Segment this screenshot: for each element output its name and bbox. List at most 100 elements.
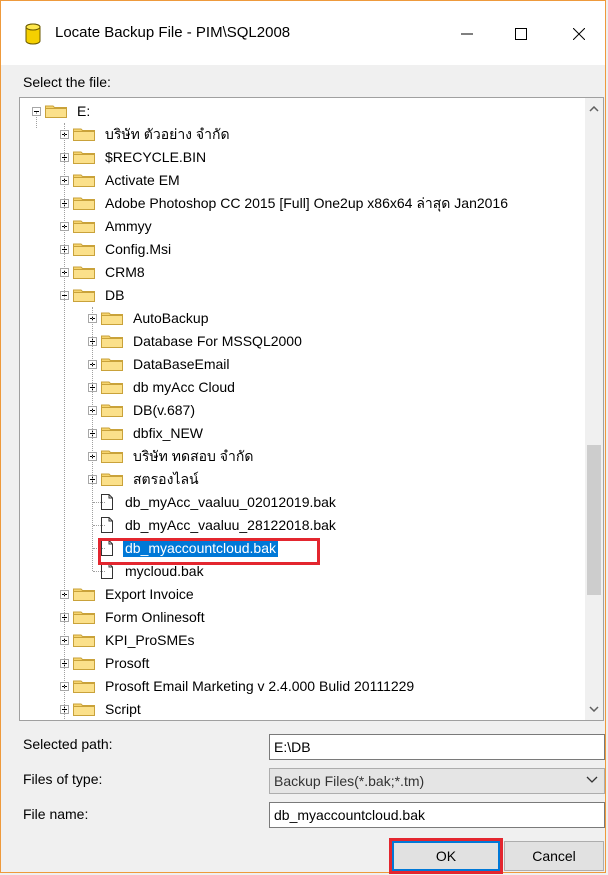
tree-item-label: Prosoft: [105, 655, 150, 671]
tree-folder-item[interactable]: dbfix_NEW: [88, 422, 205, 444]
maximize-button[interactable]: [498, 17, 544, 51]
folder-icon: [73, 151, 95, 164]
scroll-thumb[interactable]: [587, 445, 601, 595]
tree-folder-item[interactable]: KPI_ProSMEs: [60, 629, 196, 651]
tree-guide-line: [64, 123, 65, 720]
tree-folder-item[interactable]: Database For MSSQL2000: [88, 330, 304, 352]
tree-item-label: mycloud.bak: [125, 563, 204, 579]
select-file-label: Select the file:: [23, 74, 111, 90]
tree-folder-item[interactable]: $RECYCLE.BIN: [60, 146, 208, 168]
files-of-type-select[interactable]: Backup Files(*.bak;*.tm): [269, 768, 605, 794]
folder-icon: [101, 427, 123, 440]
tree-item-label: บริษัท ทดสอบ จำกัด: [133, 448, 254, 464]
chevron-down-icon: [589, 706, 599, 712]
tree-item-label: สตรองไลน์: [133, 471, 199, 487]
folder-icon: [101, 358, 123, 371]
folder-icon: [73, 128, 95, 141]
tree-guide-line: [93, 502, 105, 503]
folder-icon: [101, 450, 123, 463]
files-of-type-value: Backup Files(*.bak;*.tm): [274, 773, 425, 789]
folder-tree[interactable]: E: บริษัท ตัวอย่าง จำกัด $RECYCLE.BIN Activ…: [19, 97, 604, 721]
tree-folder-item[interactable]: CRM8: [60, 261, 147, 283]
close-button[interactable]: [556, 17, 602, 51]
folder-icon: [101, 312, 123, 325]
tree-file-item[interactable]: db_myaccountcloud.bak: [88, 537, 279, 559]
tree-guide-line: [92, 307, 93, 571]
tree-item-label: $RECYCLE.BIN: [105, 149, 207, 165]
tree-folder-item[interactable]: บริษัท ตัวอย่าง จำกัด: [60, 123, 232, 145]
tree-guide-line: [93, 525, 105, 526]
folder-icon: [73, 680, 95, 693]
tree-folder-item[interactable]: Prosoft Email Marketing v 2.4.000 Bulid …: [60, 675, 416, 697]
tree-folder-item[interactable]: DB: [60, 284, 126, 306]
tree-item-label: Prosoft Email Marketing v 2.4.000 Bulid …: [105, 678, 415, 694]
folder-icon: [73, 588, 95, 601]
tree-folder-item[interactable]: DB(v.687): [88, 399, 197, 421]
tree-guide-line: [36, 112, 37, 128]
tree-content: E: บริษัท ตัวอย่าง จำกัด $RECYCLE.BIN Activ…: [20, 98, 585, 720]
file-name-input[interactable]: db_myaccountcloud.bak: [269, 802, 605, 828]
files-of-type-label: Files of type:: [23, 771, 103, 787]
folder-icon: [101, 473, 123, 486]
ok-button[interactable]: OK: [392, 841, 500, 871]
window-title: Locate Backup File - PIM\SQL2008: [55, 24, 291, 41]
tree-item-label: Form Onlinesoft: [105, 609, 205, 625]
tree-folder-item[interactable]: Form Onlinesoft: [60, 606, 207, 628]
tree-folder-item[interactable]: สตรองไลน์: [88, 468, 201, 490]
folder-icon: [73, 703, 95, 716]
tree-scrollbar[interactable]: [585, 98, 603, 720]
folder-icon: [73, 220, 95, 233]
tree-folder-item[interactable]: Activate EM: [60, 169, 182, 191]
tree-item-label: db_myAcc_vaaluu_28122018.bak: [125, 517, 336, 533]
chevron-up-icon: [589, 106, 599, 112]
tree-file-item[interactable]: db_myAcc_vaaluu_28122018.bak: [88, 514, 338, 536]
folder-icon: [73, 611, 95, 624]
tree-item-label: db myAcc Cloud: [133, 379, 235, 395]
tree-item-label: DataBaseEmail: [133, 356, 230, 372]
folder-icon: [45, 105, 67, 118]
minimize-icon: [461, 33, 473, 35]
tree-item-label: E:: [77, 103, 91, 119]
cancel-button[interactable]: Cancel: [504, 841, 604, 871]
tree-file-item[interactable]: db_myAcc_vaaluu_02012019.bak: [88, 491, 338, 513]
tree-folder-item[interactable]: Prosoft: [60, 652, 151, 674]
tree-item-label: DB: [105, 287, 125, 303]
folder-icon: [73, 243, 95, 256]
tree-folder-item[interactable]: DataBaseEmail: [88, 353, 232, 375]
tree-folder-item[interactable]: Adobe Photoshop CC 2015 [Full] One2up x8…: [60, 192, 510, 214]
tree-item-label: Database For MSSQL2000: [133, 333, 302, 349]
tree-folder-item[interactable]: Export Invoice: [60, 583, 196, 605]
tree-folder-item[interactable]: E:: [32, 100, 92, 122]
tree-folder-item[interactable]: Ammyy: [60, 215, 154, 237]
folder-icon: [101, 381, 123, 394]
tree-folder-item[interactable]: Config.Msi: [60, 238, 173, 260]
selected-path-label: Selected path:: [23, 736, 113, 752]
tree-item-label: db_myaccountcloud.bak: [122, 538, 279, 558]
tree-folder-item[interactable]: AutoBackup: [88, 307, 211, 329]
tree-item-label: db_myAcc_vaaluu_02012019.bak: [125, 494, 336, 510]
tree-folder-item[interactable]: db myAcc Cloud: [88, 376, 237, 398]
maximize-icon: [515, 28, 527, 40]
tree-item-label: CRM8: [105, 264, 145, 280]
tree-item-label: dbfix_NEW: [133, 425, 204, 441]
tree-item-label: Activate EM: [105, 172, 180, 188]
folder-icon: [73, 174, 95, 187]
tree-guide-line: [93, 571, 105, 572]
folder-icon: [73, 197, 95, 210]
minimize-button[interactable]: [444, 17, 490, 51]
tree-file-item[interactable]: mycloud.bak: [88, 560, 206, 582]
tree-folder-item[interactable]: Script: [60, 698, 143, 720]
tree-item-label: Adobe Photoshop CC 2015 [Full] One2up x8…: [105, 195, 509, 211]
database-icon: [25, 23, 41, 45]
chevron-down-icon: [586, 776, 598, 783]
tree-item-label: KPI_ProSMEs: [105, 632, 195, 648]
scroll-up-button[interactable]: [585, 98, 603, 120]
scroll-down-button[interactable]: [585, 698, 603, 720]
selected-path-field[interactable]: E:\DB: [269, 734, 605, 760]
tree-item-label: AutoBackup: [133, 310, 209, 326]
title-bar[interactable]: Locate Backup File - PIM\SQL2008: [1, 1, 605, 65]
folder-icon: [73, 266, 95, 279]
folder-icon: [73, 289, 95, 302]
locate-backup-file-dialog: Locate Backup File - PIM\SQL2008 Select …: [0, 0, 606, 874]
tree-folder-item[interactable]: บริษัท ทดสอบ จำกัด: [88, 445, 255, 467]
